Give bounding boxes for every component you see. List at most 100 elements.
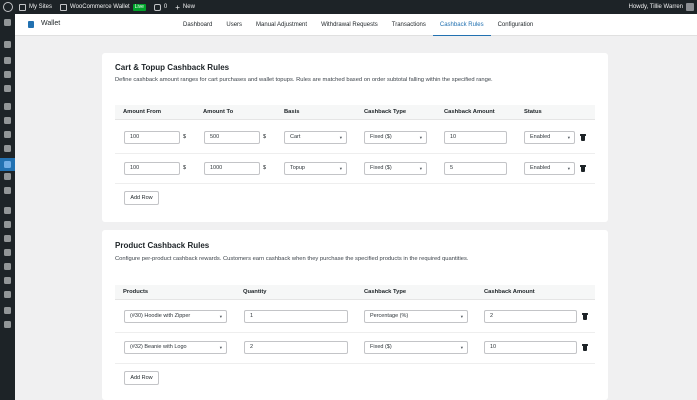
marketing-icon[interactable] <box>4 173 11 180</box>
chevron-down-icon: ▾ <box>339 166 342 171</box>
column-header: Basis <box>284 109 300 115</box>
table-header: Amount From Amount To Basis Cashback Typ… <box>115 105 595 120</box>
products-icon[interactable] <box>4 117 11 124</box>
cashback-type-select[interactable]: Fixed ($) ▾ <box>364 341 468 354</box>
comments-icon[interactable] <box>4 85 11 92</box>
basis-value: Topup <box>290 165 305 171</box>
tab-transactions[interactable]: Transactions <box>385 14 433 36</box>
basis-select[interactable]: Topup ▾ <box>284 162 347 175</box>
tools-icon[interactable] <box>4 249 11 256</box>
payments-icon[interactable] <box>4 131 11 138</box>
tab-dashboard[interactable]: Dashboard <box>176 14 219 36</box>
quantity-input[interactable]: 2 <box>244 341 348 354</box>
new-label: New <box>182 4 195 10</box>
status-value: Enabled <box>530 165 551 171</box>
home-icon <box>60 3 68 11</box>
tab-users[interactable]: Users <box>219 14 249 36</box>
column-header: Amount To <box>203 109 234 115</box>
column-header: Cashback Type <box>364 289 407 295</box>
amount-to-input[interactable]: 1000 <box>204 162 260 175</box>
gear-icon[interactable] <box>4 321 11 328</box>
plugin-header: Wallet Dashboard Users Manual Adjustment… <box>15 14 697 36</box>
card-title: Product Cashback Rules <box>115 241 210 250</box>
avatar <box>686 3 694 11</box>
trash-icon[interactable] <box>579 165 586 172</box>
my-sites-icon <box>19 3 26 11</box>
quantity-input[interactable]: 1 <box>244 310 348 323</box>
pin-icon[interactable] <box>4 41 11 48</box>
my-account-menu[interactable]: Howdy, Tillie Warren <box>629 0 694 14</box>
cashback-type-select[interactable]: Fixed ($) ▾ <box>364 162 427 175</box>
admin-sidebar <box>0 14 15 400</box>
cashback-type-select[interactable]: Fixed ($) ▾ <box>364 131 427 144</box>
trash-icon[interactable] <box>579 134 586 141</box>
card-title: Cart & Topup Cashback Rules <box>115 63 230 72</box>
cashback-type-select[interactable]: Percentage (%) ▾ <box>364 310 468 323</box>
site-name-menu[interactable]: WooCommerce Wallet Live <box>56 0 150 14</box>
pages-icon[interactable] <box>4 71 11 78</box>
users-icon[interactable] <box>4 235 11 242</box>
card-description: Define cashback amount ranges for cart p… <box>115 77 493 83</box>
status-select[interactable]: Enabled ▾ <box>524 162 575 175</box>
status-select[interactable]: Enabled ▾ <box>524 131 575 144</box>
chevron-down-icon: ▾ <box>567 166 570 171</box>
tab-manual-adjustment[interactable]: Manual Adjustment <box>249 14 314 36</box>
megaphone-icon[interactable] <box>4 187 11 194</box>
network-icon[interactable] <box>4 307 11 314</box>
currency-symbol: $ <box>183 165 187 171</box>
comment-icon <box>153 3 161 11</box>
cashback-amount-input[interactable]: 10 <box>444 131 507 144</box>
column-header: Quantity <box>243 289 267 295</box>
chevron-down-icon: ▾ <box>460 314 463 319</box>
cashback-amount-input[interactable]: 2 <box>484 310 577 323</box>
appearance-icon[interactable] <box>4 207 11 214</box>
product-select[interactable]: (#32) Beanie with Logo ▾ <box>124 341 227 354</box>
chevron-down-icon: ▾ <box>567 135 570 140</box>
chevron-down-icon: ▾ <box>460 345 463 350</box>
layers-icon[interactable] <box>4 291 11 298</box>
woocommerce-icon[interactable] <box>4 103 11 110</box>
cashback-type-value: Fixed ($) <box>370 165 392 171</box>
new-content-menu[interactable]: + New <box>171 0 199 14</box>
tab-configuration[interactable]: Configuration <box>491 14 541 36</box>
column-header: Status <box>524 109 542 115</box>
wordpress-logo-icon[interactable] <box>3 2 13 12</box>
tab-cashback-rules[interactable]: Cashback Rules <box>432 14 491 36</box>
wallet-logo-icon <box>28 21 34 28</box>
cashback-amount-input[interactable]: 10 <box>484 341 577 354</box>
tab-withdrawal-requests[interactable]: Withdrawal Requests <box>314 14 385 36</box>
amount-from-input[interactable]: 100 <box>124 162 180 175</box>
row-divider <box>115 332 595 333</box>
comments-menu[interactable]: 0 <box>150 0 171 14</box>
cashback-type-value: Fixed ($) <box>370 344 392 350</box>
plugin-nav: Dashboard Users Manual Adjustment Withdr… <box>176 14 540 36</box>
cashback-amount-input[interactable]: 5 <box>444 162 507 175</box>
amount-to-input[interactable]: 500 <box>204 131 260 144</box>
wallet-icon[interactable] <box>4 161 11 168</box>
product-select[interactable]: (#30) Hoodie with Zipper ▾ <box>124 310 227 323</box>
media-icon[interactable] <box>4 57 11 64</box>
trash-icon[interactable] <box>581 313 588 320</box>
currency-symbol: $ <box>183 134 187 140</box>
analytics-icon[interactable] <box>4 145 11 152</box>
settings-icon[interactable] <box>4 263 11 270</box>
add-row-button[interactable]: Add Row <box>124 191 159 205</box>
basis-select[interactable]: Cart ▾ <box>284 131 347 144</box>
currency-symbol: $ <box>263 165 267 171</box>
column-header: Amount From <box>123 109 161 115</box>
dashboard-icon[interactable] <box>4 19 11 26</box>
my-sites-menu[interactable]: My Sites <box>15 0 56 14</box>
grid-icon[interactable] <box>4 277 11 284</box>
live-badge: Live <box>132 3 146 11</box>
product-value: (#30) Hoodie with Zipper <box>130 313 191 319</box>
chevron-down-icon: ▾ <box>419 166 422 171</box>
chevron-down-icon: ▾ <box>219 345 222 350</box>
table-header: Products Quantity Cashback Type Cashback… <box>115 285 595 300</box>
trash-icon[interactable] <box>581 344 588 351</box>
add-row-button[interactable]: Add Row <box>124 371 159 385</box>
plus-icon: + <box>175 2 180 12</box>
plugins-icon[interactable] <box>4 221 11 228</box>
plugin-title: Wallet <box>41 20 61 27</box>
cart-topup-rules-card: Cart & Topup Cashback Rules Define cashb… <box>102 53 608 222</box>
amount-from-input[interactable]: 100 <box>124 131 180 144</box>
